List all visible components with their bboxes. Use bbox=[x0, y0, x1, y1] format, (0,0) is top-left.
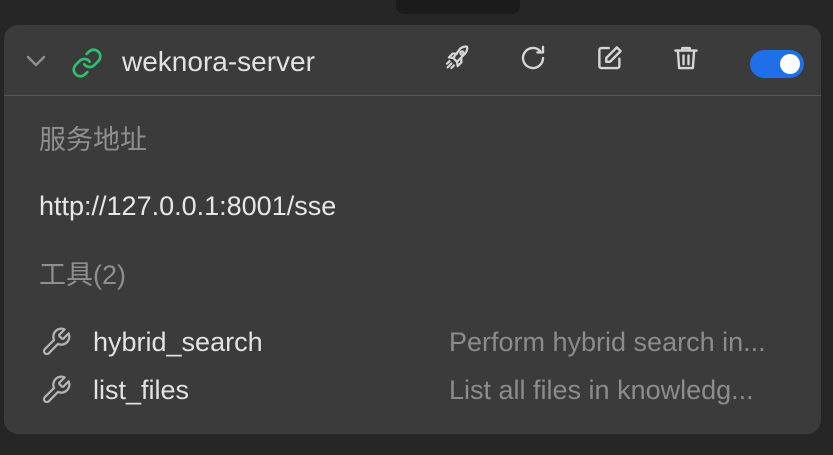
server-name: weknora-server bbox=[122, 46, 315, 77]
tool-name: hybrid_search bbox=[93, 327, 263, 357]
wrench-icon bbox=[40, 374, 72, 406]
tool-row-list-files[interactable]: list_files List all files in knowledg... bbox=[4, 369, 821, 413]
toggle-knob bbox=[780, 54, 800, 74]
refresh-icon bbox=[518, 43, 548, 78]
rocket-icon bbox=[442, 43, 472, 78]
tool-name: list_files bbox=[93, 375, 190, 405]
trash-icon bbox=[671, 43, 701, 78]
address-label: 服务地址 bbox=[39, 125, 147, 155]
wrench-icon bbox=[40, 326, 72, 358]
edit-button[interactable] bbox=[593, 43, 627, 77]
enable-toggle[interactable] bbox=[750, 50, 804, 78]
tooltip bbox=[396, 0, 520, 14]
deploy-button[interactable] bbox=[440, 43, 474, 77]
delete-button[interactable] bbox=[669, 43, 703, 77]
refresh-button[interactable] bbox=[516, 43, 550, 77]
tool-description: Perform hybrid search in... bbox=[449, 327, 766, 357]
tools-label: 工具(2) bbox=[39, 260, 126, 290]
tool-row-hybrid-search[interactable]: hybrid_search Perform hybrid search in..… bbox=[4, 321, 821, 365]
link-icon bbox=[71, 47, 103, 79]
tool-description: List all files in knowledg... bbox=[449, 375, 754, 405]
edit-icon bbox=[595, 43, 625, 78]
chevron-down-icon[interactable] bbox=[23, 49, 49, 73]
mcp-server-card: weknora-server 服务地址 http://127.0.0.1:800… bbox=[4, 25, 821, 434]
server-header: weknora-server bbox=[4, 25, 821, 96]
server-url: http://127.0.0.1:8001/sse bbox=[39, 191, 337, 221]
